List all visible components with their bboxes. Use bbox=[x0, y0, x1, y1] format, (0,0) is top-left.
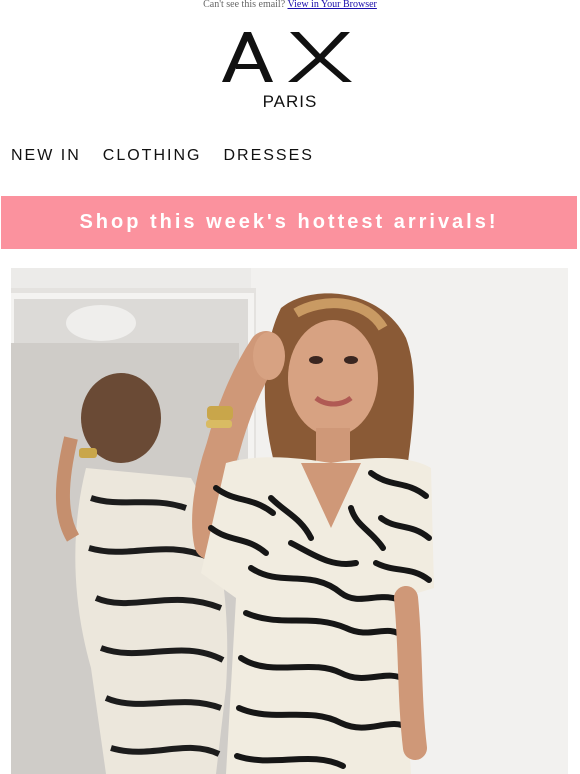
hero-photo-illustration bbox=[11, 268, 568, 774]
brand-logo[interactable]: PARIS bbox=[0, 30, 580, 120]
nav-item-new-in[interactable]: NEW IN bbox=[11, 147, 81, 167]
promo-banner-text: Shop this week's hottest arrivals! bbox=[79, 211, 499, 233]
main-nav: NEW IN CLOTHING DRESSES bbox=[11, 147, 314, 167]
promo-banner[interactable]: Shop this week's hottest arrivals! bbox=[1, 196, 577, 249]
logo-subtitle: PARIS bbox=[262, 92, 318, 111]
nav-item-dresses[interactable]: DRESSES bbox=[223, 147, 313, 167]
preheader-text: Can't see this email? bbox=[203, 0, 286, 10]
nav-item-clothing[interactable]: CLOTHING bbox=[103, 147, 202, 167]
preheader: Can't see this email? View in Your Brows… bbox=[0, 0, 580, 10]
view-in-browser-link[interactable]: View in Your Browser bbox=[287, 0, 376, 10]
ax-logo-mark bbox=[222, 32, 352, 82]
hero-image[interactable] bbox=[11, 268, 568, 774]
